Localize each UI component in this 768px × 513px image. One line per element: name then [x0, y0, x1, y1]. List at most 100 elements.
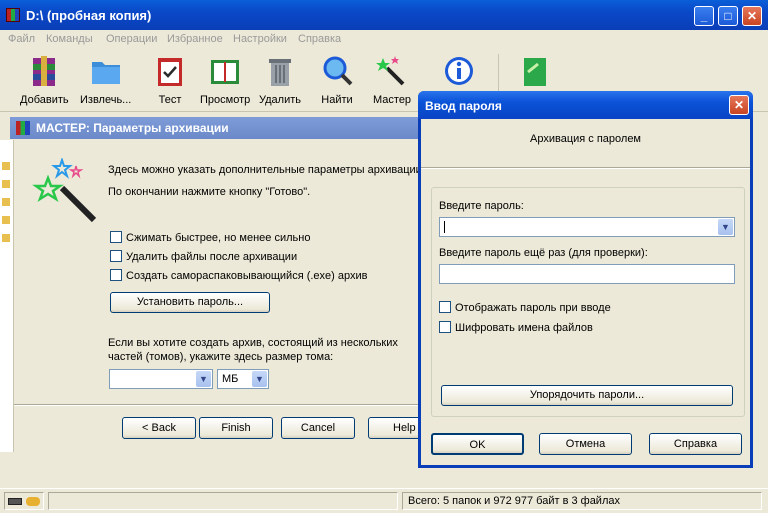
- menu-commands[interactable]: Команды: [46, 33, 93, 45]
- toolbar-info-button[interactable]: [442, 54, 476, 94]
- menu-settings[interactable]: Настройки: [233, 33, 287, 45]
- reenter-password-input[interactable]: [439, 264, 735, 284]
- checkbox[interactable]: [110, 269, 122, 281]
- maximize-button[interactable]: □: [718, 6, 738, 26]
- option-label: Шифровать имена файлов: [455, 322, 593, 334]
- winrar-app-icon: [6, 8, 20, 22]
- password-input[interactable]: ▼: [439, 217, 735, 237]
- folder-icon: [2, 234, 10, 242]
- chevron-down-icon[interactable]: ▼: [718, 219, 733, 235]
- password-dialog-title-bar: Ввод пароля ✕: [418, 91, 753, 119]
- chevron-down-icon[interactable]: ▼: [196, 371, 211, 387]
- toolbar-view-button[interactable]: Просмотр: [200, 54, 250, 106]
- main-title-bar: D:\ (пробная копия) _ □ ✕: [0, 0, 768, 30]
- toolbar-extra-button[interactable]: [518, 54, 552, 94]
- wizard-intro: Здесь можно указать дополнительные парам…: [108, 164, 422, 176]
- toolbar-label: Мастер: [373, 94, 412, 106]
- volume-unit-combo[interactable]: МБ ▼: [217, 369, 269, 389]
- password-dialog-title: Ввод пароля: [425, 99, 502, 113]
- finish-button[interactable]: Finish: [199, 417, 273, 439]
- add-archive-icon: [33, 56, 56, 86]
- set-password-button[interactable]: Установить пароль...: [110, 292, 270, 313]
- option-delete-after[interactable]: Удалить файлы после архивации: [110, 250, 297, 263]
- option-label: Сжимать быстрее, но менее сильно: [126, 232, 311, 244]
- winrar-app-icon: [16, 121, 30, 135]
- menu-help[interactable]: Справка: [298, 33, 341, 45]
- status-summary: Всего: 5 папок и 972 977 байт в 3 файлах: [408, 495, 620, 507]
- menu-file[interactable]: Файл: [8, 33, 35, 45]
- magnifier-icon: [323, 56, 353, 86]
- key-icon: [26, 497, 40, 506]
- checkbox[interactable]: [110, 250, 122, 262]
- dialog-help-button[interactable]: Справка: [649, 433, 742, 455]
- checkbox[interactable]: [110, 231, 122, 243]
- enter-password-label: Введите пароль:: [439, 200, 524, 212]
- checkbox[interactable]: [439, 301, 451, 313]
- password-dialog-body: Архивация с паролем Введите пароль: ▼ Вв…: [421, 119, 750, 465]
- toolbar-label: Удалить: [259, 94, 301, 106]
- dialog-separator: [421, 167, 750, 169]
- toolbar-add-button[interactable]: Добавить: [20, 54, 69, 106]
- toolbar-find-button[interactable]: Найти: [320, 54, 354, 106]
- show-password-option[interactable]: Отображать пароль при вводе: [439, 301, 611, 314]
- menu-operations[interactable]: Операции: [106, 33, 157, 45]
- info-icon: [445, 57, 473, 85]
- option-compress-faster[interactable]: Сжимать быстрее, но менее сильно: [110, 231, 310, 244]
- close-button[interactable]: ✕: [742, 6, 762, 26]
- toolbar-label: Извлечь...: [80, 94, 132, 106]
- toolbar-extract-button[interactable]: Извлечь...: [80, 54, 131, 106]
- password-dialog-heading: Архивация с паролем: [530, 133, 641, 145]
- volume-size-combo[interactable]: ▼: [109, 369, 213, 389]
- toolbar-delete-button[interactable]: Удалить: [259, 54, 301, 106]
- password-dialog: Ввод пароля ✕ Архивация с паролем Введит…: [418, 91, 753, 468]
- dialog-cancel-button[interactable]: Отмена: [539, 433, 632, 455]
- book-icon: [211, 60, 240, 84]
- wizard-title-bar: МАСТЕР: Параметры архивации: [10, 117, 430, 139]
- status-summary-panel: Всего: 5 папок и 972 977 байт в 3 файлах: [402, 492, 762, 510]
- encrypt-filenames-option[interactable]: Шифровать имена файлов: [439, 321, 593, 334]
- back-button[interactable]: < Back: [122, 417, 196, 439]
- status-bar: Всего: 5 папок и 972 977 байт в 3 файлах: [0, 488, 768, 513]
- folder-icon: [2, 198, 10, 206]
- trash-icon: [269, 59, 291, 86]
- main-window-title: D:\ (пробная копия): [26, 8, 152, 23]
- drive-icon: [8, 498, 22, 505]
- wizard-separator: [14, 404, 434, 406]
- toolbar-test-button[interactable]: Тест: [153, 54, 187, 106]
- wizard-title: МАСТЕР: Параметры архивации: [36, 121, 229, 135]
- wizard-finish-hint: По окончании нажмите кнопку "Готово".: [108, 186, 311, 198]
- option-label: Отображать пароль при вводе: [455, 302, 611, 314]
- magic-wand-icon: [32, 158, 97, 223]
- cancel-button[interactable]: Cancel: [281, 417, 355, 439]
- minimize-button[interactable]: _: [694, 6, 714, 26]
- magic-wand-icon: [376, 56, 405, 86]
- wizard-panel: Здесь можно указать дополнительные парам…: [14, 140, 442, 452]
- organize-passwords-button[interactable]: Упорядочить пароли...: [441, 385, 733, 406]
- toolbar-label: Добавить: [20, 94, 69, 106]
- file-list-strip: [0, 140, 14, 452]
- option-label: Создать самораспаковывающийся (.exe) арх…: [126, 270, 368, 282]
- folder-icon: [2, 180, 10, 188]
- status-icons-panel: [4, 492, 44, 510]
- close-icon[interactable]: ✕: [729, 95, 749, 115]
- status-left-panel: [48, 492, 398, 510]
- option-sfx-archive[interactable]: Создать самораспаковывающийся (.exe) арх…: [110, 269, 367, 282]
- text-caret: [444, 221, 445, 233]
- menu-bar: Файл Команды Операции Избранное Настройк…: [0, 30, 768, 48]
- checkbox[interactable]: [439, 321, 451, 333]
- toolbar-wizard-button[interactable]: Мастер: [373, 54, 411, 106]
- clipboard-check-icon: [158, 58, 182, 86]
- volume-text-1: Если вы хотите создать архив, состоящий …: [108, 337, 398, 349]
- toolbar-label: Просмотр: [200, 94, 251, 106]
- volume-unit-value: МБ: [222, 373, 239, 385]
- volume-text-2: частей (томов), укажите здесь размер том…: [108, 351, 334, 363]
- folder-icon: [91, 62, 120, 84]
- ok-button[interactable]: OK: [431, 433, 524, 455]
- reenter-password-label: Введите пароль ещё раз (для проверки):: [439, 247, 648, 259]
- option-label: Удалить файлы после архивации: [126, 251, 298, 263]
- chevron-down-icon[interactable]: ▼: [252, 371, 267, 387]
- menu-favorites[interactable]: Избранное: [167, 33, 223, 45]
- password-history-dropdown[interactable]: ▼: [717, 218, 734, 236]
- green-package-icon: [524, 58, 546, 86]
- toolbar-label: Тест: [158, 94, 182, 106]
